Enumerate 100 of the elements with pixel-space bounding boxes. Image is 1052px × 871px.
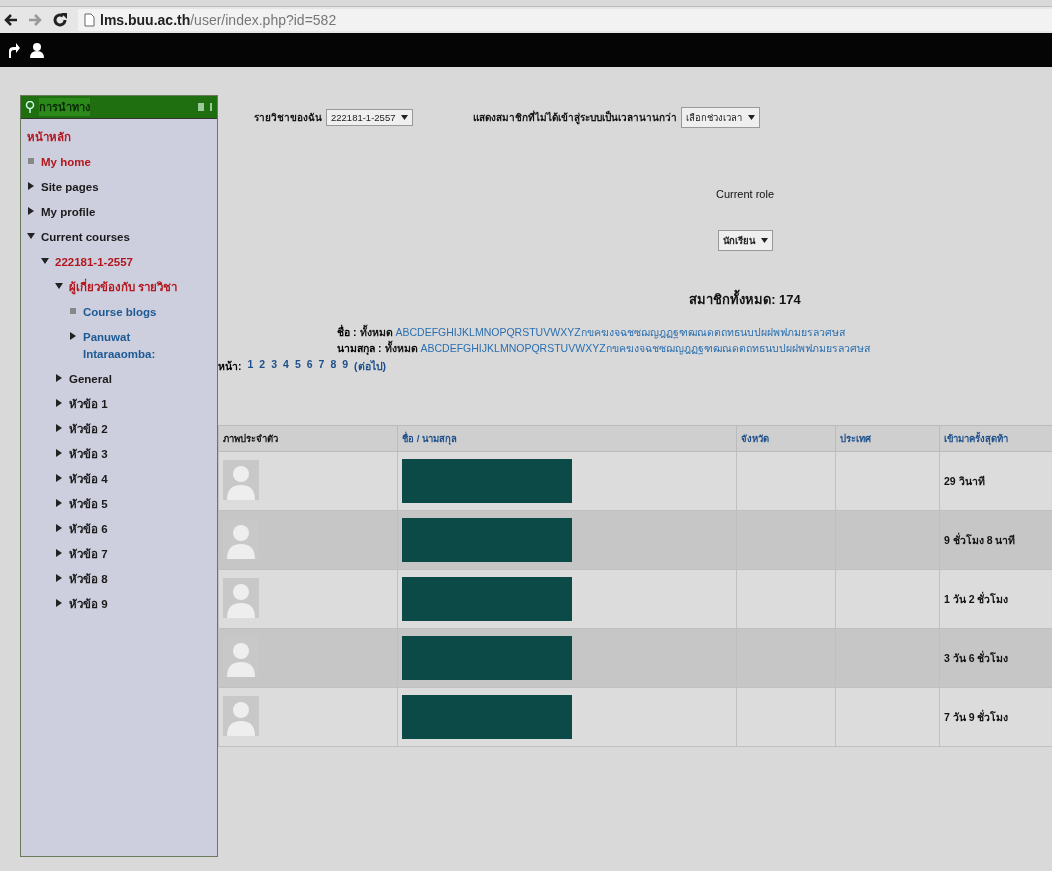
dropdown[interactable]: 222181-1-2557 [326,109,414,126]
tree-item[interactable]: หน้าหลัก [27,129,71,146]
column-header[interactable]: ภาพประจำตัว [218,425,398,452]
initial-link[interactable]: P [524,340,532,356]
initial-link[interactable]: Q [506,324,515,340]
initial-link[interactable]: ธ [733,324,740,340]
initial-link[interactable]: ม [793,324,801,340]
initial-link[interactable]: จ [613,324,620,340]
initial-link[interactable]: ฑ [678,324,688,340]
initial-link[interactable]: ภ [811,340,819,356]
initial-link[interactable]: U [535,324,544,340]
initial-link[interactable]: A [395,324,403,340]
initial-link[interactable]: ท [751,340,759,356]
initial-link[interactable]: N [508,340,517,356]
initial-link[interactable]: U [560,340,569,356]
initial-link[interactable]: ศ [824,324,832,340]
initial-link[interactable]: ม [818,340,826,356]
initial-link[interactable]: ฏ [690,340,698,356]
initial-link[interactable]: L [494,340,500,356]
initial-link[interactable]: ว [843,340,850,356]
initial-link[interactable]: I [453,324,457,340]
initial-link[interactable]: ว [818,324,825,340]
page-link[interactable]: 8 [330,358,337,375]
initial-link[interactable]: ช [651,340,659,356]
initial-link[interactable]: S [522,324,530,340]
initial-link[interactable]: V [568,340,576,356]
initial-link[interactable]: บ [771,340,779,356]
initial-link[interactable]: ข [586,324,594,340]
initial-link[interactable]: ด [731,340,739,356]
initial-link[interactable]: ก [605,340,612,356]
initial-link[interactable]: บ [746,324,754,340]
initial-link[interactable]: G [463,340,472,356]
initial-link[interactable]: ถ [720,324,727,340]
initial-link[interactable]: ด [706,324,714,340]
initial-link[interactable]: ฏ [665,324,673,340]
initial-link[interactable]: A [420,340,428,356]
initial-link[interactable]: F [456,340,464,356]
dock-icon[interactable] [197,102,205,112]
initial-link[interactable]: F [431,324,439,340]
initial-link[interactable]: น [764,340,772,356]
initial-link[interactable]: D [442,340,450,356]
initial-link[interactable]: ฒ [712,340,722,356]
initial-link[interactable]: W [550,324,561,340]
tree-item[interactable]: General [69,371,112,388]
initial-link[interactable]: W [575,340,586,356]
user-icon[interactable] [30,42,44,58]
initial-link[interactable]: R [539,340,548,356]
initial-link[interactable]: ผ [785,340,792,356]
initial-link[interactable]: N [483,324,492,340]
initial-link[interactable]: ญ [674,340,684,356]
initial-link[interactable]: P [499,324,507,340]
initial-link[interactable]: ต [713,324,721,340]
initial-link[interactable]: ผ [760,324,767,340]
initial-link[interactable]: H [471,340,479,356]
initial-link[interactable]: ส [838,324,845,340]
initial-link[interactable]: ซ [633,324,641,340]
tree-item[interactable]: หัวข้อ 4 [69,471,108,488]
column-header[interactable]: จังหวัด [736,425,836,452]
initial-link[interactable]: ญ [649,324,659,340]
initial-link[interactable]: ส [863,340,870,356]
initial-link[interactable]: ทั้งหมด [385,340,419,356]
initial-link[interactable]: G [438,324,447,340]
initial-link[interactable]: ฉ [619,324,627,340]
initial-link[interactable]: Z [574,324,581,340]
initial-link[interactable]: R [514,324,523,340]
initial-link[interactable]: X [585,340,593,356]
initial-link[interactable]: O [491,324,500,340]
initial-link[interactable]: ฝ [791,340,798,356]
initial-link[interactable]: ฌ [665,340,675,356]
initial-link[interactable]: น [739,324,747,340]
page-link[interactable]: 4 [283,358,289,375]
initial-link[interactable]: ฒ [687,324,697,340]
tree-item[interactable]: หัวข้อ 7 [69,546,108,563]
initial-link[interactable]: พ [772,324,780,340]
initial-link[interactable]: ธ [758,340,765,356]
column-header[interactable]: เข้ามาครั้งสุดท้า [939,425,1052,452]
initial-link[interactable]: ฌ [640,324,650,340]
initial-link[interactable]: ข [611,340,619,356]
initial-link[interactable]: O [516,340,525,356]
initial-link[interactable]: T [554,340,561,356]
initial-link[interactable]: B [402,324,410,340]
initial-link[interactable]: ก [580,324,587,340]
initial-link[interactable]: ฆ [625,340,634,356]
initial-link[interactable]: ล [837,340,844,356]
initial-link[interactable]: ฆ [600,324,609,340]
initial-link[interactable]: ทั้งหมด [360,324,394,340]
collapse-icon[interactable] [209,102,213,112]
initial-link[interactable]: ต [738,340,746,356]
page-link[interactable]: 9 [342,358,349,375]
initial-link[interactable]: ช [626,324,634,340]
tree-item[interactable]: 222181-1-2557 [55,254,133,271]
next-link[interactable]: (ต่อไป) [354,358,387,375]
tree-item[interactable]: Current courses [41,229,130,246]
initial-link[interactable]: ล [812,324,819,340]
tree-item[interactable]: หัวข้อ 6 [69,521,108,538]
initial-link[interactable]: C [409,324,418,340]
initial-link[interactable]: ษ [856,340,864,356]
initial-link[interactable]: M [499,340,509,356]
initial-link[interactable]: ซ [658,340,666,356]
role-dropdown[interactable]: นักเรียน [717,230,773,251]
